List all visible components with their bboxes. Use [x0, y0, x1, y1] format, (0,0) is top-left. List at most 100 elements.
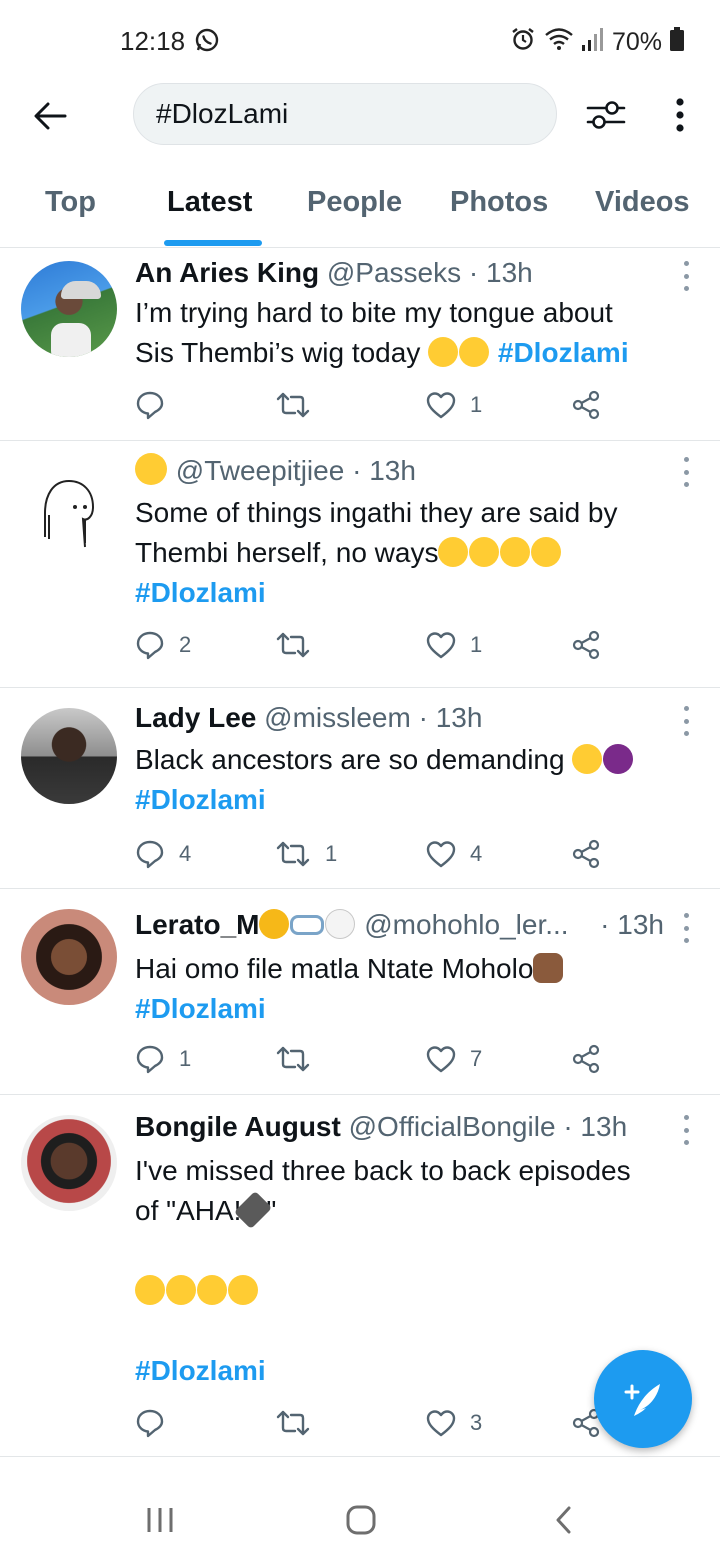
tab-people[interactable]: People [307, 186, 402, 219]
loudly-crying-emoji [228, 1275, 258, 1305]
like-button[interactable]: 4 [426, 838, 482, 870]
grinning-sweat-emoji [428, 337, 459, 367]
hashtag-link[interactable]: #Dlozlami [135, 577, 266, 608]
recents-button[interactable] [140, 1500, 180, 1540]
tweet-header: An Aries King @Passeks · 13h [135, 257, 670, 289]
reply-button[interactable]: 4 [135, 838, 191, 870]
like-icon [426, 392, 456, 419]
author-handle[interactable]: @missleem [264, 702, 411, 733]
tab-videos[interactable]: Videos [595, 186, 690, 219]
tweet-text-line: Hai omo file matla Ntate Moholo [135, 949, 692, 989]
like-button[interactable]: 1 [426, 629, 482, 661]
search-header [0, 80, 720, 150]
woman-gesturing-no-emoji [603, 744, 634, 774]
tab-latest[interactable]: Latest [167, 186, 252, 219]
more-options-button[interactable] [660, 92, 700, 138]
tweet-more-button[interactable] [678, 913, 694, 943]
tab-photos[interactable]: Photos [450, 186, 548, 219]
tweet-more-button[interactable] [678, 706, 694, 736]
tweet-actions: 1 [135, 389, 605, 421]
system-nav-bar [0, 1460, 720, 1560]
compose-tweet-button[interactable] [594, 1350, 692, 1448]
home-button[interactable] [341, 1500, 381, 1540]
retweet-button[interactable] [275, 389, 325, 421]
avatar[interactable] [21, 909, 117, 1005]
share-button[interactable] [571, 1043, 601, 1075]
like-button[interactable]: 7 [426, 1043, 482, 1075]
search-input[interactable] [156, 98, 536, 130]
author-name[interactable]: Lerato_M [135, 909, 259, 940]
share-button[interactable] [571, 838, 601, 870]
avatar[interactable] [21, 261, 117, 357]
more-vert-icon [676, 98, 684, 132]
avatar[interactable] [21, 708, 117, 804]
retweet-icon [276, 1410, 310, 1436]
author-handle[interactable]: @Passeks [327, 257, 461, 288]
tweet-more-button[interactable] [678, 1115, 694, 1145]
tweet-header: Lerato_M @mohohlo_ler... [135, 909, 660, 941]
like-button[interactable]: 1 [426, 389, 482, 421]
tweet-item[interactable]: @Tweepitjiee · 13h Some of things ingath… [0, 441, 720, 688]
hashtag-link[interactable]: #Dlozlami [498, 337, 629, 368]
author-handle[interactable]: @OfficialBongile [349, 1111, 556, 1142]
reply-icon [136, 631, 164, 660]
tweet-text-line: of "AHA! " [135, 1190, 692, 1231]
glasses-emoji [290, 915, 325, 935]
hashtag-link[interactable]: #Dlozlami [135, 784, 266, 815]
tweet-actions: 1 7 [135, 1043, 605, 1075]
reply-button[interactable] [135, 389, 179, 421]
retweet-button[interactable]: 1 [275, 838, 337, 870]
share-icon [572, 1044, 600, 1074]
avatar[interactable] [21, 1115, 117, 1211]
like-icon [426, 841, 456, 868]
retweet-button[interactable] [275, 1043, 325, 1075]
tweet-actions: 4 1 4 [135, 838, 605, 870]
tweet-item[interactable]: Lerato_M @mohohlo_ler... · 13h Hai omo f… [0, 889, 720, 1095]
retweet-icon [276, 1046, 310, 1072]
retweet-button[interactable] [275, 1407, 325, 1439]
reply-button[interactable]: 2 [135, 629, 191, 661]
share-button[interactable] [571, 389, 601, 421]
battery-percent: 70% [611, 28, 662, 56]
share-button[interactable] [571, 629, 601, 661]
retweet-button[interactable] [275, 629, 325, 661]
system-back-button[interactable] [544, 1500, 584, 1540]
tweet-header: Lady Lee @missleem · 13h [135, 702, 670, 734]
tweet-text: Black ancestors are so demanding #Dlozla… [135, 740, 692, 820]
search-filter-button[interactable] [582, 92, 630, 138]
compose-icon [624, 1384, 660, 1416]
tweet-actions: 3 [135, 1407, 605, 1439]
emoji-line [135, 1271, 692, 1311]
tweet-text-line: Some of things ingathi they are said by [135, 497, 618, 528]
author-name[interactable]: Bongile August [135, 1111, 341, 1142]
wifi-icon [544, 26, 574, 59]
author-name[interactable]: Lady Lee [135, 702, 256, 733]
loudly-crying-emoji [197, 1275, 227, 1305]
like-button[interactable]: 3 [426, 1407, 482, 1439]
reply-button[interactable]: 1 [135, 1043, 191, 1075]
active-tab-indicator [164, 240, 262, 246]
loudly-crying-emoji [166, 1275, 196, 1305]
tab-top[interactable]: Top [45, 186, 96, 219]
sunflower-emoji [259, 909, 290, 939]
reply-button[interactable] [135, 1407, 179, 1439]
author-handle[interactable]: @Tweepitjiee [176, 455, 345, 486]
tweet-more-button[interactable] [678, 457, 694, 487]
hashtag-link[interactable]: #Dlozlami [135, 993, 266, 1024]
tweet-more-button[interactable] [678, 261, 694, 291]
author-handle[interactable]: @mohohlo_ler... [364, 909, 568, 940]
avatar[interactable] [21, 455, 117, 551]
hashtag-link[interactable]: #Dlozlami [135, 1355, 266, 1386]
flexed-biceps-emoji [533, 953, 564, 983]
tweet-item[interactable]: An Aries King @Passeks · 13h I’m trying … [0, 249, 720, 441]
dot-separator: · [352, 455, 362, 486]
rofl-emoji [531, 537, 562, 567]
tweet-item[interactable]: Lady Lee @missleem · 13h Black ancestors… [0, 688, 720, 889]
retweet-icon [276, 841, 310, 867]
author-name[interactable]: An Aries King [135, 257, 319, 288]
back-button[interactable] [28, 94, 72, 138]
home-icon [346, 1505, 376, 1535]
search-box[interactable] [133, 83, 557, 145]
status-time: 12:18 [120, 26, 186, 56]
dot-separator: · [563, 1111, 573, 1142]
